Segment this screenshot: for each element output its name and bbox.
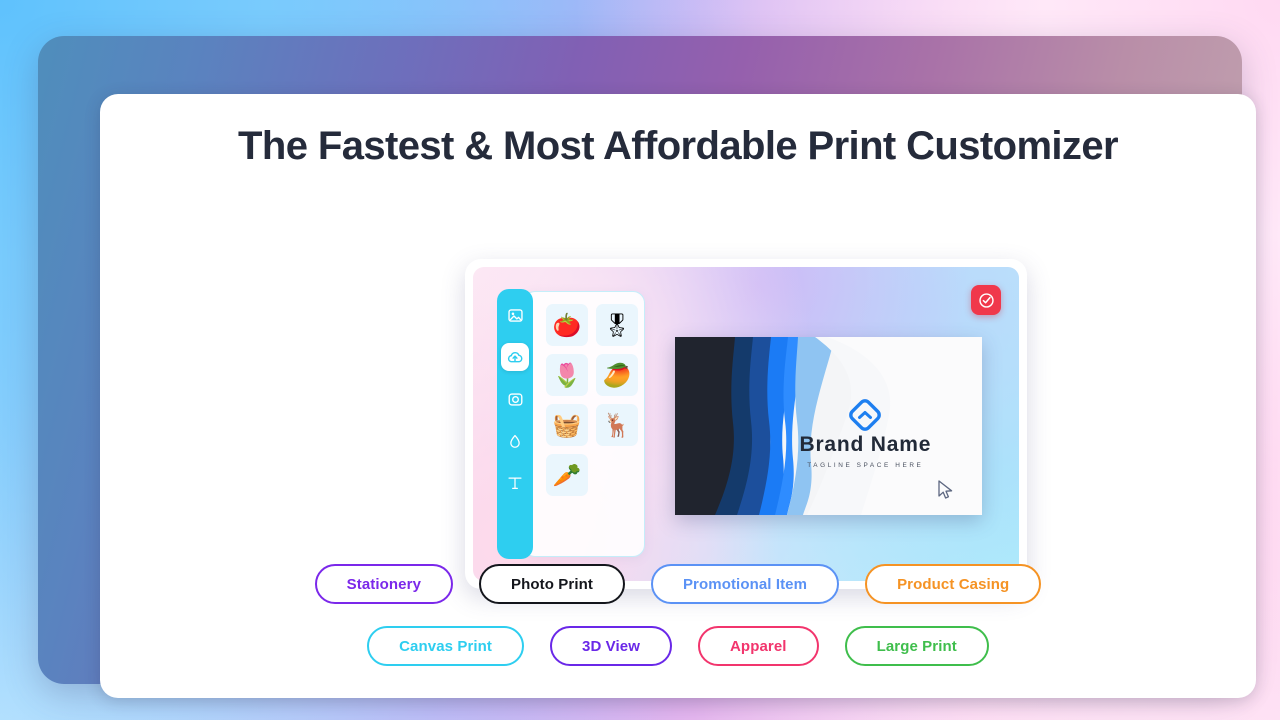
cloud-upload-icon <box>506 348 524 366</box>
pen-cursor-icon <box>938 480 953 499</box>
editor-tablet-shell: 🍅 🎖 🌷 🥭 🧺 🦌 🥕 Brand Name TAGLINE SPACE H… <box>465 259 1027 589</box>
sticker-panel: 🍅 🎖 🌷 🥭 🧺 🦌 🥕 <box>523 291 645 557</box>
category-pill-3d-view[interactable]: 3D View <box>550 626 672 666</box>
tool-text[interactable] <box>501 469 529 497</box>
image-icon <box>507 307 524 324</box>
tool-color[interactable] <box>501 427 529 455</box>
category-pill-stationery[interactable]: Stationery <box>314 564 454 604</box>
artboard-business-card[interactable]: Brand Name TAGLINE SPACE HERE <box>675 337 982 515</box>
sticker-moose[interactable]: 🦌 <box>596 404 638 446</box>
category-pill-promotional-item[interactable]: Promotional Item <box>650 564 840 604</box>
sticker-grid: 🍅 🎖 🌷 🥭 🧺 🦌 🥕 <box>546 304 644 496</box>
camera-icon <box>507 391 524 408</box>
category-pill-canvas-print[interactable]: Canvas Print <box>367 626 525 666</box>
editor-canvas: 🍅 🎖 🌷 🥭 🧺 🦌 🥕 Brand Name TAGLINE SPACE H… <box>473 267 1019 581</box>
category-row-primary: Stationery Photo Print Promotional Item Pro… <box>100 564 1256 604</box>
sticker-cherries[interactable]: 🍅 <box>546 304 588 346</box>
page-title: The Fastest & Most Affordable Print Cust… <box>238 124 1119 168</box>
sticker-easter-basket[interactable]: 🧺 <box>546 404 588 446</box>
category-pill-apparel[interactable]: Apparel <box>698 626 819 666</box>
text-icon <box>506 474 524 492</box>
check-circle-icon <box>978 292 994 308</box>
page-backdrop: The Fastest & Most Affordable Print Cust… <box>0 0 1280 720</box>
sticker-tulip[interactable]: 🌷 <box>546 354 588 396</box>
sticker-badge[interactable]: 🎖 <box>596 304 638 346</box>
tool-upload[interactable] <box>501 343 529 371</box>
confirm-button[interactable] <box>971 285 1001 315</box>
category-row-secondary: Canvas Print 3D View Apparel Large Print <box>100 626 1256 666</box>
sticker-papaya[interactable]: 🥭 <box>596 354 638 396</box>
droplet-icon <box>507 433 523 450</box>
sticker-carrot[interactable]: 🥕 <box>546 454 588 496</box>
tool-image[interactable] <box>501 301 529 329</box>
brand-logo-icon <box>849 398 882 431</box>
category-pill-product-casing[interactable]: Product Casing <box>865 564 1042 604</box>
editor-mockup: 🍅 🎖 🌷 🥭 🧺 🦌 🥕 Brand Name TAGLINE SPACE H… <box>403 201 1027 589</box>
tool-camera[interactable] <box>501 385 529 413</box>
device-frame: The Fastest & Most Affordable Print Cust… <box>38 36 1256 698</box>
content-card: The Fastest & Most Affordable Print Cust… <box>100 94 1256 698</box>
category-pill-large-print[interactable]: Large Print <box>844 626 989 666</box>
brand-name-text: Brand Name <box>799 433 932 457</box>
category-pill-photo-print[interactable]: Photo Print <box>479 564 625 604</box>
brand-tagline-text: TAGLINE SPACE HERE <box>807 461 924 469</box>
editor-toolbar <box>497 289 533 559</box>
